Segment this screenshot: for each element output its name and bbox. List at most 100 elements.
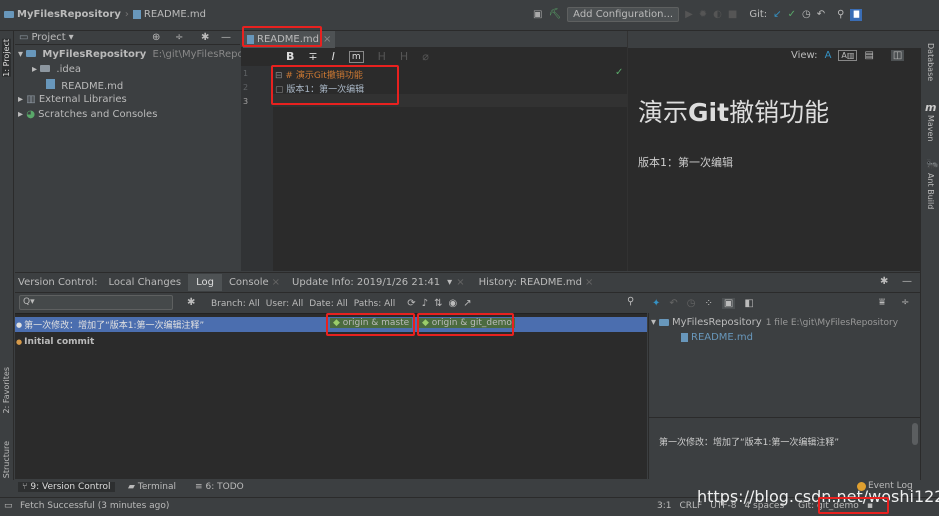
status-toggle-icon[interactable]: ▭: [4, 501, 13, 511]
branch-tag[interactable]: ◆ origin & maste: [330, 318, 413, 328]
open-external-icon[interactable]: ↗: [463, 298, 471, 309]
fold-end-icon[interactable]: ▢: [275, 85, 284, 95]
tab-log[interactable]: Log: [188, 273, 222, 291]
add-configuration-button[interactable]: Add Configuration...: [567, 7, 680, 22]
expand-all-icon[interactable]: ⩸: [879, 297, 885, 308]
inspection-ok-icon[interactable]: ✓: [615, 67, 623, 78]
dropdown-arrow-icon[interactable]: ▾: [447, 277, 452, 288]
locate-icon[interactable]: ⊕: [152, 32, 160, 43]
tree-item-idea[interactable]: ▸ .idea: [32, 64, 81, 75]
collapse-all-icon[interactable]: ÷: [901, 297, 909, 308]
history-icon[interactable]: ◷: [687, 298, 696, 309]
settings-gear-icon[interactable]: ✱: [187, 298, 195, 308]
link-icon[interactable]: ⌀: [422, 50, 429, 63]
tab-update-info[interactable]: Update Info: 2019/1/26 21:41: [280, 277, 443, 288]
group-icon[interactable]: ⁘: [705, 298, 713, 309]
close-tab-icon[interactable]: ×: [456, 277, 464, 288]
details-icon[interactable]: ◧: [744, 298, 753, 309]
nav-project[interactable]: MyFilesRepository: [17, 9, 121, 20]
search-icon[interactable]: Q▾: [23, 297, 35, 307]
maven-tool-button[interactable]: Maven: [926, 115, 935, 142]
hammer-icon[interactable]: ⛏: [548, 9, 561, 20]
search-icon[interactable]: ⚲: [627, 297, 634, 307]
hide-panel-icon[interactable]: —: [221, 32, 231, 43]
settings-gear-icon[interactable]: ✱: [880, 277, 888, 287]
layout-icon[interactable]: ◫: [890, 50, 905, 61]
user-filter[interactable]: User: All: [266, 299, 303, 309]
log-search-input[interactable]: Q▾: [19, 295, 173, 310]
close-tab-icon[interactable]: ×: [272, 277, 280, 288]
code-button[interactable]: m: [348, 50, 364, 63]
pin-icon[interactable]: ✦: [652, 298, 660, 309]
code-line-2[interactable]: ▢ 版本1：第一次编辑: [275, 82, 364, 95]
markdown-preview: View: A A▥ ▤ ◫ 演示Git撤销功能 版本1：第一次编辑: [627, 31, 921, 271]
editor-only-icon[interactable]: A: [825, 50, 832, 61]
tab-readme[interactable]: README.md ×: [243, 31, 336, 48]
run-icon[interactable]: ▶: [685, 9, 693, 20]
build-project-icon[interactable]: ▣: [533, 9, 542, 20]
code-line-1[interactable]: ⊟ # 演示Git撤销功能: [275, 68, 363, 81]
revert-icon[interactable]: ↶: [669, 298, 677, 309]
details-repo[interactable]: ▾ MyFilesRepository 1 file E:\git\MyFile…: [651, 317, 898, 328]
stop-icon[interactable]: ■: [728, 9, 737, 20]
table-row[interactable]: ● Initial commit: [15, 334, 647, 349]
terminal-tool-button[interactable]: ▰ Terminal: [128, 482, 176, 492]
nav-file[interactable]: README.md: [144, 9, 206, 20]
settings-gear-icon[interactable]: ✱: [201, 32, 209, 43]
dropdown-arrow-icon[interactable]: ▾: [69, 32, 74, 43]
tree-item-root[interactable]: ▾ MyFilesRepository E:\git\MyFilesReposi…: [18, 49, 266, 60]
database-tool-button[interactable]: Database: [926, 43, 935, 81]
commit-message: 第一次修改：增加了“版本1:第一次编辑注释”: [24, 321, 205, 331]
project-view-dropdown[interactable]: Project: [31, 32, 65, 43]
close-tab-icon[interactable]: ×: [585, 277, 593, 288]
rollback-icon[interactable]: ↶: [817, 9, 825, 20]
history-icon[interactable]: ◷: [802, 9, 811, 20]
tab-console[interactable]: Console: [222, 277, 272, 288]
diff-preview-icon[interactable]: ▣: [721, 298, 736, 309]
collapse-icon[interactable]: ÷: [175, 32, 183, 43]
version-control-tool-button[interactable]: ⑂ 9: Version Control: [18, 482, 115, 492]
coverage-icon[interactable]: ◐: [713, 9, 722, 20]
expand-arrow-icon[interactable]: ▾: [651, 317, 656, 328]
expand-arrow-icon[interactable]: ▾: [18, 49, 23, 60]
git-commit-icon[interactable]: ✓: [788, 9, 796, 20]
project-tool-button[interactable]: 1: Project: [2, 39, 11, 77]
preview-paragraph: 版本1：第一次编辑: [638, 156, 733, 169]
caret-position[interactable]: 3:1: [657, 501, 671, 511]
date-filter[interactable]: Date: All: [309, 299, 348, 309]
tree-item-scratches[interactable]: ▸ ◕ Scratches and Consoles: [18, 109, 157, 120]
close-tab-icon[interactable]: ×: [323, 34, 331, 45]
paths-filter[interactable]: Paths: All: [354, 299, 396, 309]
debug-icon[interactable]: ✹: [699, 9, 707, 20]
tree-item-readme[interactable]: README.md: [46, 79, 123, 92]
tab-local-changes[interactable]: Local Changes: [101, 277, 188, 288]
expand-arrow-icon[interactable]: ▸: [18, 109, 23, 120]
split-view-icon[interactable]: A▥: [838, 50, 858, 61]
heading-insert-icon[interactable]: H: [400, 50, 408, 63]
todo-tool-button[interactable]: ≡ 6: TODO: [195, 482, 244, 492]
branch-tag[interactable]: ◆ origin & git_demo: [419, 318, 515, 328]
tab-history[interactable]: History: README.md: [465, 277, 585, 288]
eye-icon[interactable]: ◉: [448, 298, 457, 309]
search-everywhere-icon[interactable]: ⚲: [837, 9, 844, 20]
details-scrollbar[interactable]: [912, 423, 918, 445]
sort-icon[interactable]: ⇅: [434, 298, 442, 309]
table-row[interactable]: ● 第一次修改：增加了“版本1:第一次编辑注释” ◆ origin & mast…: [15, 317, 647, 332]
branch-filter[interactable]: Branch: All: [211, 299, 260, 309]
cherry-pick-icon[interactable]: ♪: [422, 298, 428, 309]
expand-arrow-icon[interactable]: ▸: [18, 94, 23, 105]
git-update-icon[interactable]: ↙: [773, 9, 781, 20]
heading-icon[interactable]: H: [378, 50, 386, 63]
italic-button[interactable]: I: [332, 50, 335, 63]
details-file[interactable]: README.md: [681, 332, 753, 343]
expand-arrow-icon[interactable]: ▸: [32, 64, 37, 75]
preview-only-icon[interactable]: ▤: [864, 50, 873, 61]
favorites-tool-button[interactable]: 2: Favorites: [2, 367, 11, 413]
fold-icon[interactable]: ⊟: [275, 71, 283, 81]
strikethrough-button[interactable]: ∓: [308, 50, 317, 63]
hide-panel-icon[interactable]: —: [902, 277, 912, 287]
tree-item-external-libraries[interactable]: ▸ ▥ External Libraries: [18, 94, 127, 105]
refresh-icon[interactable]: ⟳: [407, 298, 415, 309]
ant-build-tool-button[interactable]: Ant Build: [926, 173, 935, 209]
bold-button[interactable]: B: [286, 50, 294, 63]
